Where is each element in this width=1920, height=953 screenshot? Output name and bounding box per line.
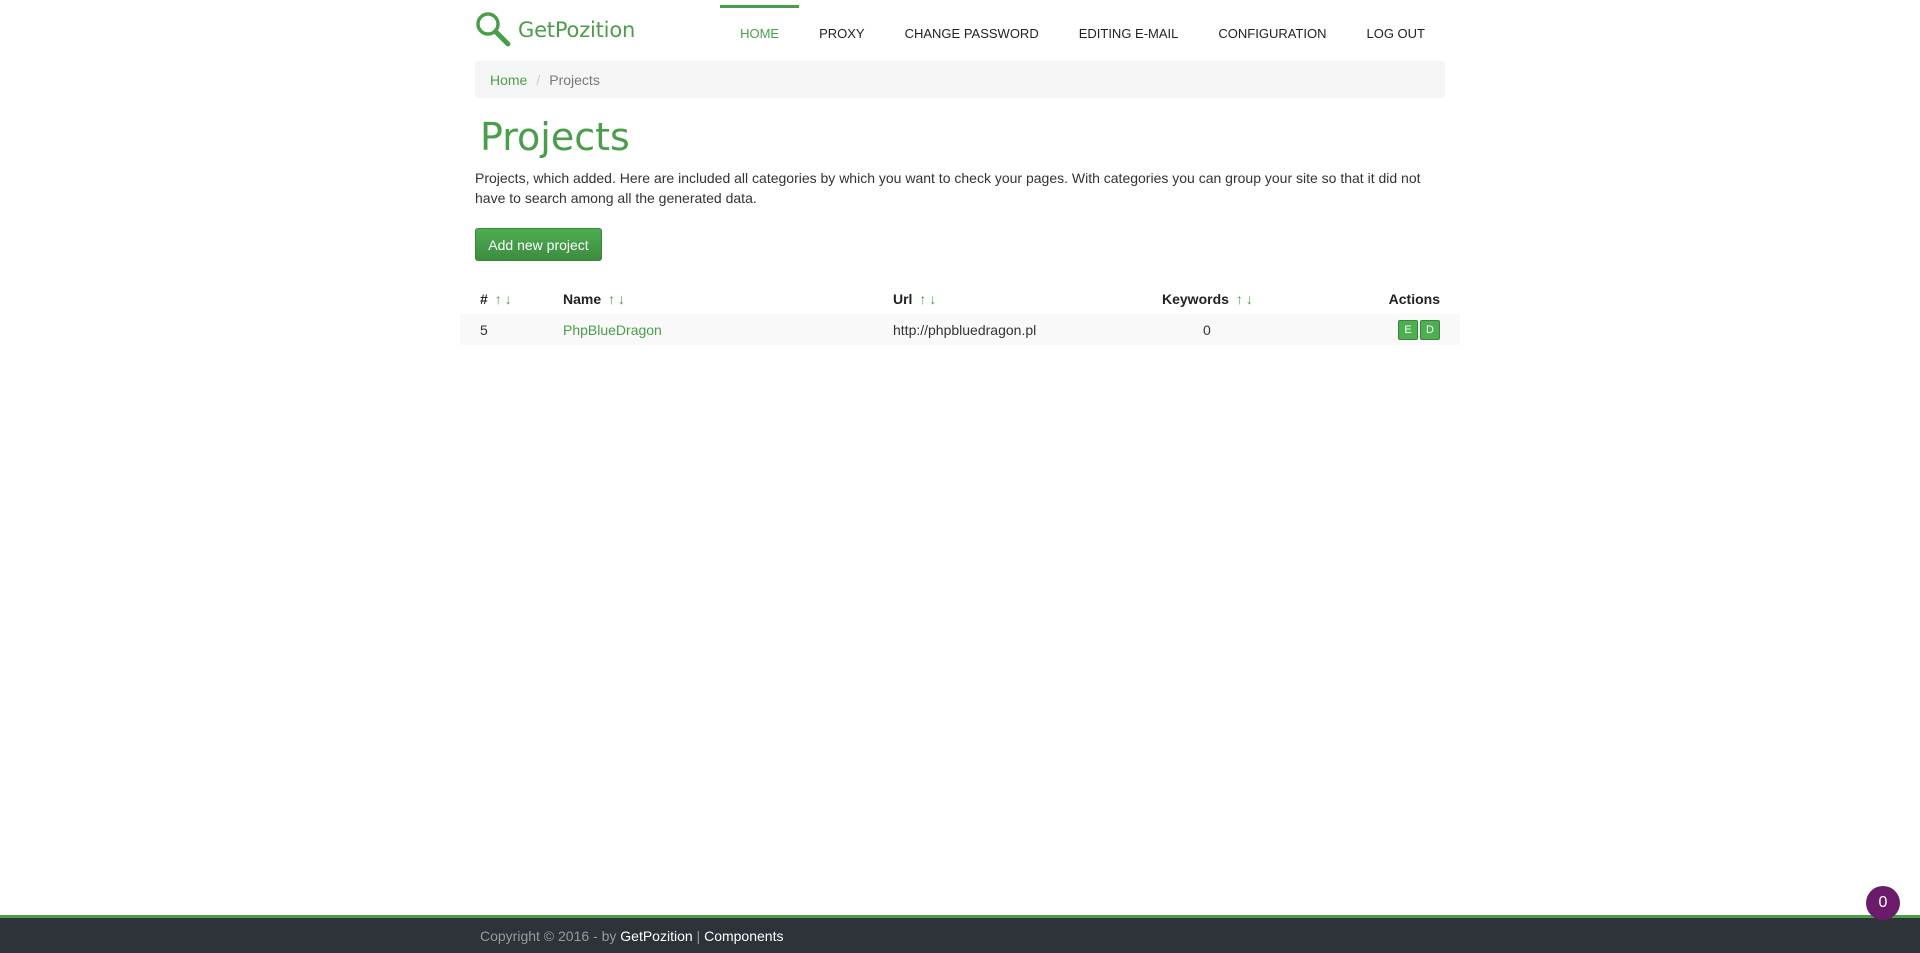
page-title: Projects xyxy=(480,115,630,159)
breadcrumb: Home / Projects xyxy=(475,61,1445,98)
table-header: # ↑ ↓ Name ↑ ↓ Url ↑ ↓ Keywords ↑ ↓ Actions xyxy=(460,284,1460,314)
row-id: 5 xyxy=(480,321,488,338)
breadcrumb-home[interactable]: Home xyxy=(490,72,527,88)
footer-components-link[interactable]: Components xyxy=(704,928,783,944)
magnifier-icon xyxy=(476,12,511,47)
brand-logo[interactable]: GetPozition xyxy=(475,11,635,47)
header-actions: Actions xyxy=(1388,291,1440,307)
brand-name: GetPozition xyxy=(518,18,636,42)
row-keywords: 0 xyxy=(1203,321,1211,338)
sort-url-desc[interactable]: ↓ xyxy=(929,291,936,307)
footer: Copyright © 2016 - by GetPozition | Comp… xyxy=(0,915,1920,953)
table-row: 5 PhpBlueDragon http://phpbluedragon.pl … xyxy=(460,314,1460,345)
projects-table: # ↑ ↓ Name ↑ ↓ Url ↑ ↓ Keywords ↑ ↓ Actions … xyxy=(460,284,1460,345)
sort-keywords-desc[interactable]: ↓ xyxy=(1246,291,1253,307)
row-url: http://phpbluedragon.pl xyxy=(893,321,1037,338)
nav-home[interactable]: HOME xyxy=(720,5,800,58)
header: GetPozition HOME PROXY CHANGE PASSWORD E… xyxy=(475,0,1445,58)
footer-brand-link[interactable]: GetPozition xyxy=(620,928,692,944)
nav-editing-email[interactable]: EDITING E-MAIL xyxy=(1059,5,1199,58)
delete-button[interactable]: D xyxy=(1420,319,1440,340)
sort-keywords-asc[interactable]: ↑ xyxy=(1236,291,1243,307)
row-name-link[interactable]: PhpBlueDragon xyxy=(563,322,662,338)
header-name: Name ↑ ↓ xyxy=(563,291,626,307)
nav-configuration[interactable]: CONFIGURATION xyxy=(1198,5,1346,58)
edit-button[interactable]: E xyxy=(1398,319,1418,340)
sort-id-asc[interactable]: ↑ xyxy=(495,291,502,307)
sort-id-desc[interactable]: ↓ xyxy=(505,291,512,307)
main-nav: HOME PROXY CHANGE PASSWORD EDITING E-MAI… xyxy=(720,5,1445,58)
sort-name-desc[interactable]: ↓ xyxy=(618,291,625,307)
header-url: Url ↑ ↓ xyxy=(893,291,937,307)
nav-log-out[interactable]: LOG OUT xyxy=(1346,5,1445,58)
breadcrumb-separator: / xyxy=(536,71,541,88)
sort-name-asc[interactable]: ↑ xyxy=(608,291,615,307)
notification-badge[interactable]: 0 xyxy=(1866,886,1900,920)
nav-change-password[interactable]: CHANGE PASSWORD xyxy=(885,5,1059,58)
breadcrumb-current: Projects xyxy=(549,71,600,88)
row-actions: ED xyxy=(1396,319,1440,340)
header-keywords: Keywords ↑ ↓ xyxy=(1162,291,1253,307)
nav-proxy[interactable]: PROXY xyxy=(799,5,885,58)
footer-copyright: Copyright © 2016 - by GetPozition | Comp… xyxy=(480,928,784,944)
sort-url-asc[interactable]: ↑ xyxy=(919,291,926,307)
header-id: # ↑ ↓ xyxy=(480,291,512,307)
page-description: Projects, which added. Here are included… xyxy=(475,170,1421,206)
add-new-project-button[interactable]: Add new project xyxy=(475,228,602,261)
